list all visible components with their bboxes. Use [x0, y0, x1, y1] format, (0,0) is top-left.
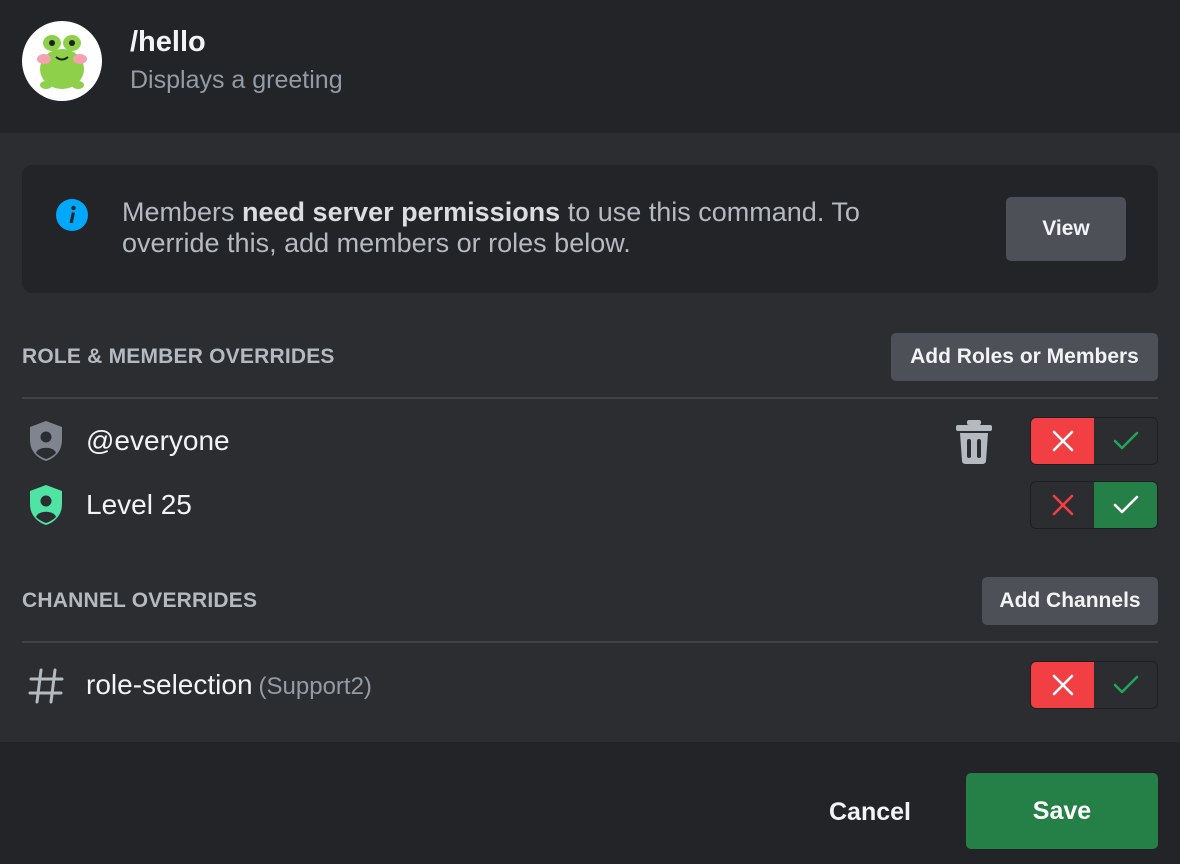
check-icon [1113, 675, 1138, 694]
channel-category: (Support2) [258, 673, 372, 700]
channel-overrides-title: CHANNEL OVERRIDES [22, 589, 258, 612]
deny-button[interactable] [1031, 662, 1094, 708]
close-icon [1052, 674, 1073, 696]
permissions-notice: Members need server permissions to use t… [22, 165, 1158, 293]
close-icon [1052, 430, 1073, 452]
info-icon [56, 199, 88, 231]
channel-name: role-selection (Support2) [86, 669, 372, 700]
trash-icon[interactable] [955, 419, 993, 465]
allow-button[interactable] [1094, 662, 1157, 708]
view-button[interactable]: View [1006, 197, 1126, 261]
allow-button[interactable] [1094, 418, 1157, 464]
modal-footer: Cancel Save [0, 742, 1180, 864]
check-icon [1113, 495, 1138, 514]
permission-toggle-level-25 [1030, 481, 1158, 529]
allow-button[interactable] [1094, 482, 1157, 528]
role-overrides-divider [22, 397, 1158, 399]
frog-avatar-icon [37, 35, 87, 89]
role-name-level-25: Level 25 [86, 489, 192, 520]
command-header: /hello Displays a greeting [0, 0, 1180, 133]
bot-avatar [22, 21, 102, 101]
deny-button[interactable] [1031, 482, 1094, 528]
role-shield-icon [30, 421, 62, 461]
permission-toggle-everyone [1030, 417, 1158, 465]
check-icon [1113, 431, 1138, 450]
role-shield-icon [30, 485, 62, 525]
add-channels-button[interactable]: Add Channels [982, 577, 1158, 625]
role-overrides-title: ROLE & MEMBER OVERRIDES [22, 345, 335, 368]
notice-emphasis: need server permissions [242, 197, 561, 227]
add-roles-members-button[interactable]: Add Roles or Members [891, 333, 1158, 381]
notice-text: Members need server permissions to use t… [122, 197, 860, 258]
permission-toggle-role-selection [1030, 661, 1158, 709]
close-icon [1052, 494, 1073, 516]
save-button[interactable]: Save [966, 773, 1158, 849]
command-description: Displays a greeting [130, 66, 343, 94]
hashtag-icon [28, 668, 64, 704]
deny-button[interactable] [1031, 418, 1094, 464]
command-name: /hello [130, 26, 206, 58]
channel-overrides-divider [22, 641, 1158, 643]
role-name-everyone: @everyone [86, 425, 230, 456]
cancel-button[interactable]: Cancel [800, 774, 940, 850]
